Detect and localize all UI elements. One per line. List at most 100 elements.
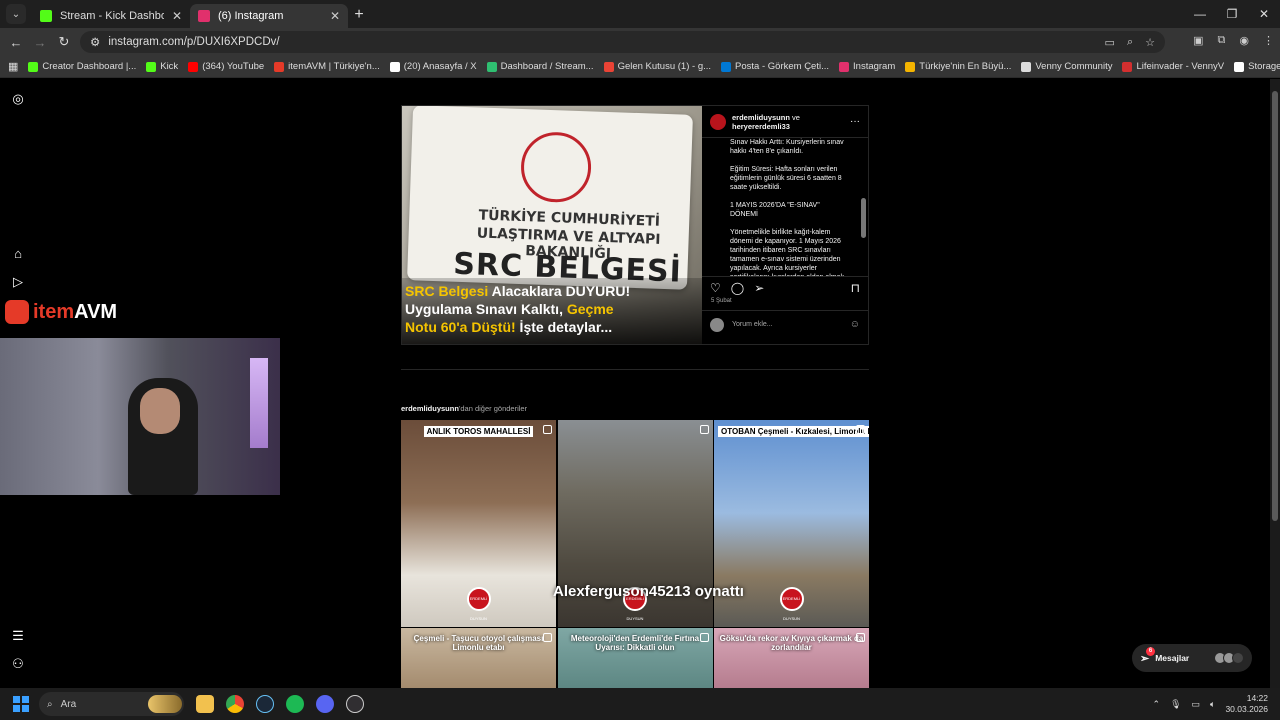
obs-icon[interactable] <box>346 695 364 713</box>
taskbar-apps <box>196 695 364 713</box>
save-bookmark-icon[interactable]: ⊓ <box>851 281 860 295</box>
bookmark-item[interactable]: Gelen Kutusu (1) - g... <box>603 61 712 72</box>
bookmark-label: Gelen Kutusu (1) - g... <box>617 61 712 72</box>
tab-search-button[interactable]: ⌄ <box>6 4 26 24</box>
bookmark-item[interactable]: Instagram <box>839 61 895 72</box>
close-tab-icon[interactable]: ✕ <box>330 9 340 23</box>
file-explorer-icon[interactable] <box>196 695 214 713</box>
scrollbar-thumb[interactable] <box>1272 91 1278 521</box>
new-tab-button[interactable]: + <box>348 4 370 26</box>
bookmark-item[interactable]: itemAVM | Türkiye'n... <box>274 61 380 72</box>
bookmark-item[interactable]: Türkiye'nin En Büyü... <box>905 61 1011 72</box>
install-app-icon[interactable]: ▭ <box>1105 36 1115 49</box>
clock[interactable]: 14:22 30.03.2026 <box>1225 693 1268 715</box>
headline-part: Alacaklara DUYURU! <box>488 283 631 299</box>
bookmark-item[interactable]: (364) YouTube <box>188 61 264 72</box>
like-heart-icon[interactable]: ♡ <box>710 281 721 295</box>
home-icon[interactable]: ⌂ <box>11 247 25 261</box>
bookmark-star-icon[interactable]: ☆ <box>1145 36 1155 49</box>
messages-button[interactable]: ➢ 6 Mesajlar <box>1132 644 1252 672</box>
headline-part: SRC Belgesi <box>405 283 489 299</box>
minimize-icon[interactable]: — <box>1184 0 1216 28</box>
extension-icon[interactable]: ▣ <box>1193 34 1203 47</box>
site-info-icon[interactable]: ⚙ <box>90 35 100 49</box>
more-posts-user-link[interactable]: erdemliduysunn <box>401 404 459 413</box>
bookmark-item[interactable]: Kick <box>146 61 178 72</box>
tray-overflow-icon[interactable]: ⌃ <box>1153 699 1161 710</box>
more-menu-icon[interactable]: ☰ <box>11 629 25 643</box>
zoom-icon[interactable]: ⌕ <box>1127 36 1133 49</box>
close-tab-icon[interactable]: ✕ <box>172 9 182 23</box>
windows-start-icon[interactable] <box>13 696 29 712</box>
headline-part: Uygulama <box>405 301 476 317</box>
system-tray: ⌃ 🎙︎ ▭ 🔈︎ 14:22 30.03.2026 <box>1153 688 1268 720</box>
src-card-image: TÜRKİYE CUMHURİYETİ ULAŞTIRMA VE ALTYAPI… <box>407 106 693 290</box>
more-menu-icon[interactable]: ⋮ <box>1263 34 1274 47</box>
bookmark-item[interactable]: Dashboard / Stream... <box>486 61 594 72</box>
stream-alert-text: Alexferguson45213 oynattı <box>553 583 744 600</box>
back-icon[interactable]: ← <box>4 35 28 50</box>
close-window-icon[interactable]: ✕ <box>1248 0 1280 28</box>
profile-avatar-icon[interactable]: ◉ <box>1239 34 1249 47</box>
bookmark-favicon-icon <box>389 61 400 72</box>
more-post-tile[interactable]: ANLIK TOROS MAHALLESİ ERDEMLİ DUYSUN <box>401 420 556 627</box>
more-post-tile[interactable]: Göksu'da rekor av Kıyıya çıkarmak da zor… <box>714 628 869 688</box>
brand-part: AVM <box>74 300 118 323</box>
discord-icon[interactable] <box>316 695 334 713</box>
bookmark-favicon-icon <box>1234 61 1245 72</box>
itemavm-mascot-icon <box>5 300 29 324</box>
chrome-icon[interactable] <box>226 695 244 713</box>
bookmark-item[interactable]: Storage | Fivemanage <box>1234 61 1280 72</box>
author-2-link[interactable]: heryererdemli33 <box>732 122 790 131</box>
bookmark-favicon-icon <box>905 61 916 72</box>
volume-icon[interactable]: 🔈︎ <box>1210 699 1215 710</box>
bookmark-item[interactable]: (20) Anasayfa / X <box>389 61 477 72</box>
share-send-icon[interactable]: ➢ <box>754 281 764 295</box>
microphone-icon[interactable]: 🎙︎ <box>1170 699 1181 710</box>
forward-icon[interactable]: → <box>28 35 52 50</box>
bookmark-label: Venny Community <box>1035 61 1113 72</box>
steam-icon[interactable] <box>256 695 274 713</box>
post-options-icon[interactable]: ··· <box>850 116 860 127</box>
more-post-tile[interactable]: Meteoroloji'den Erdemli'de Fırtına Uyarı… <box>557 628 713 688</box>
brand-part: item <box>33 300 75 323</box>
reels-icon[interactable]: ▷ <box>11 275 25 289</box>
tab-instagram[interactable]: (6) Instagram ✕ <box>190 4 348 28</box>
clock-time: 14:22 <box>1246 693 1268 703</box>
author-1-link[interactable]: erdemliduysunn <box>732 113 790 122</box>
post-image[interactable]: TÜRKİYE CUMHURİYETİ ULAŞTIRMA VE ALTYAPI… <box>402 106 702 344</box>
search-icon: ⌕ <box>47 698 53 710</box>
comment-input[interactable]: Yorum ekle... <box>732 321 773 328</box>
spotify-icon[interactable] <box>286 695 304 713</box>
tab-kick-dashboard[interactable]: Stream - Kick Dashboard ✕ <box>32 4 190 28</box>
bookmark-item[interactable]: Lifeinvader - VennyV <box>1122 61 1224 72</box>
reload-icon[interactable]: ↻ <box>52 34 76 50</box>
bookmark-favicon-icon <box>839 61 850 72</box>
post-header: erdemliduysunn ve heryererdemli33 ··· <box>702 106 868 138</box>
extensions-puzzle-icon[interactable]: ⧉ <box>1218 34 1226 47</box>
bookmark-favicon-icon <box>1021 61 1032 72</box>
scrollbar-thumb[interactable] <box>861 198 866 238</box>
caption-scrollbar[interactable] <box>861 142 866 272</box>
taskbar-search[interactable]: ⌕ Ara <box>39 692 184 716</box>
bookmark-item[interactable]: Venny Community <box>1021 61 1112 72</box>
tile-caption: Göksu'da rekor av Kıyıya çıkarmak da zor… <box>719 634 864 652</box>
author-avatar[interactable] <box>710 113 726 130</box>
post-dialog: TÜRKİYE CUMHURİYETİ ULAŞTIRMA VE ALTYAPI… <box>401 105 869 345</box>
tab-title: (6) Instagram <box>218 10 284 22</box>
page-scrollbar[interactable] <box>1270 79 1280 688</box>
address-bar[interactable]: ⚙ instagram.com/p/DUXI6XPDCDv/ ▭ ⌕ ☆ <box>80 31 1165 53</box>
meta-apps-icon[interactable]: ⚇ <box>11 657 25 671</box>
bookmark-item[interactable]: Creator Dashboard |... <box>28 61 136 72</box>
instagram-logo-icon[interactable]: ◎ <box>11 92 25 106</box>
apps-grid-icon[interactable]: ▦ <box>8 60 18 73</box>
comment-icon[interactable]: ◯ <box>731 281 744 295</box>
headline-part: Notu 60'a Düştü! <box>405 319 516 335</box>
display-icon[interactable]: ▭ <box>1192 699 1201 710</box>
tile-caption: Çeşmeli - Taşucu otoyol çalışması Limonl… <box>413 634 544 652</box>
comment-box: Yorum ekle... ☺ <box>702 310 868 338</box>
emoji-icon[interactable]: ☺ <box>850 319 860 330</box>
restore-icon[interactable]: ❐ <box>1216 0 1248 28</box>
more-post-tile[interactable]: Çeşmeli - Taşucu otoyol çalışması Limonl… <box>401 628 556 688</box>
bookmark-item[interactable]: Posta - Görkem Çeti... <box>721 61 829 72</box>
